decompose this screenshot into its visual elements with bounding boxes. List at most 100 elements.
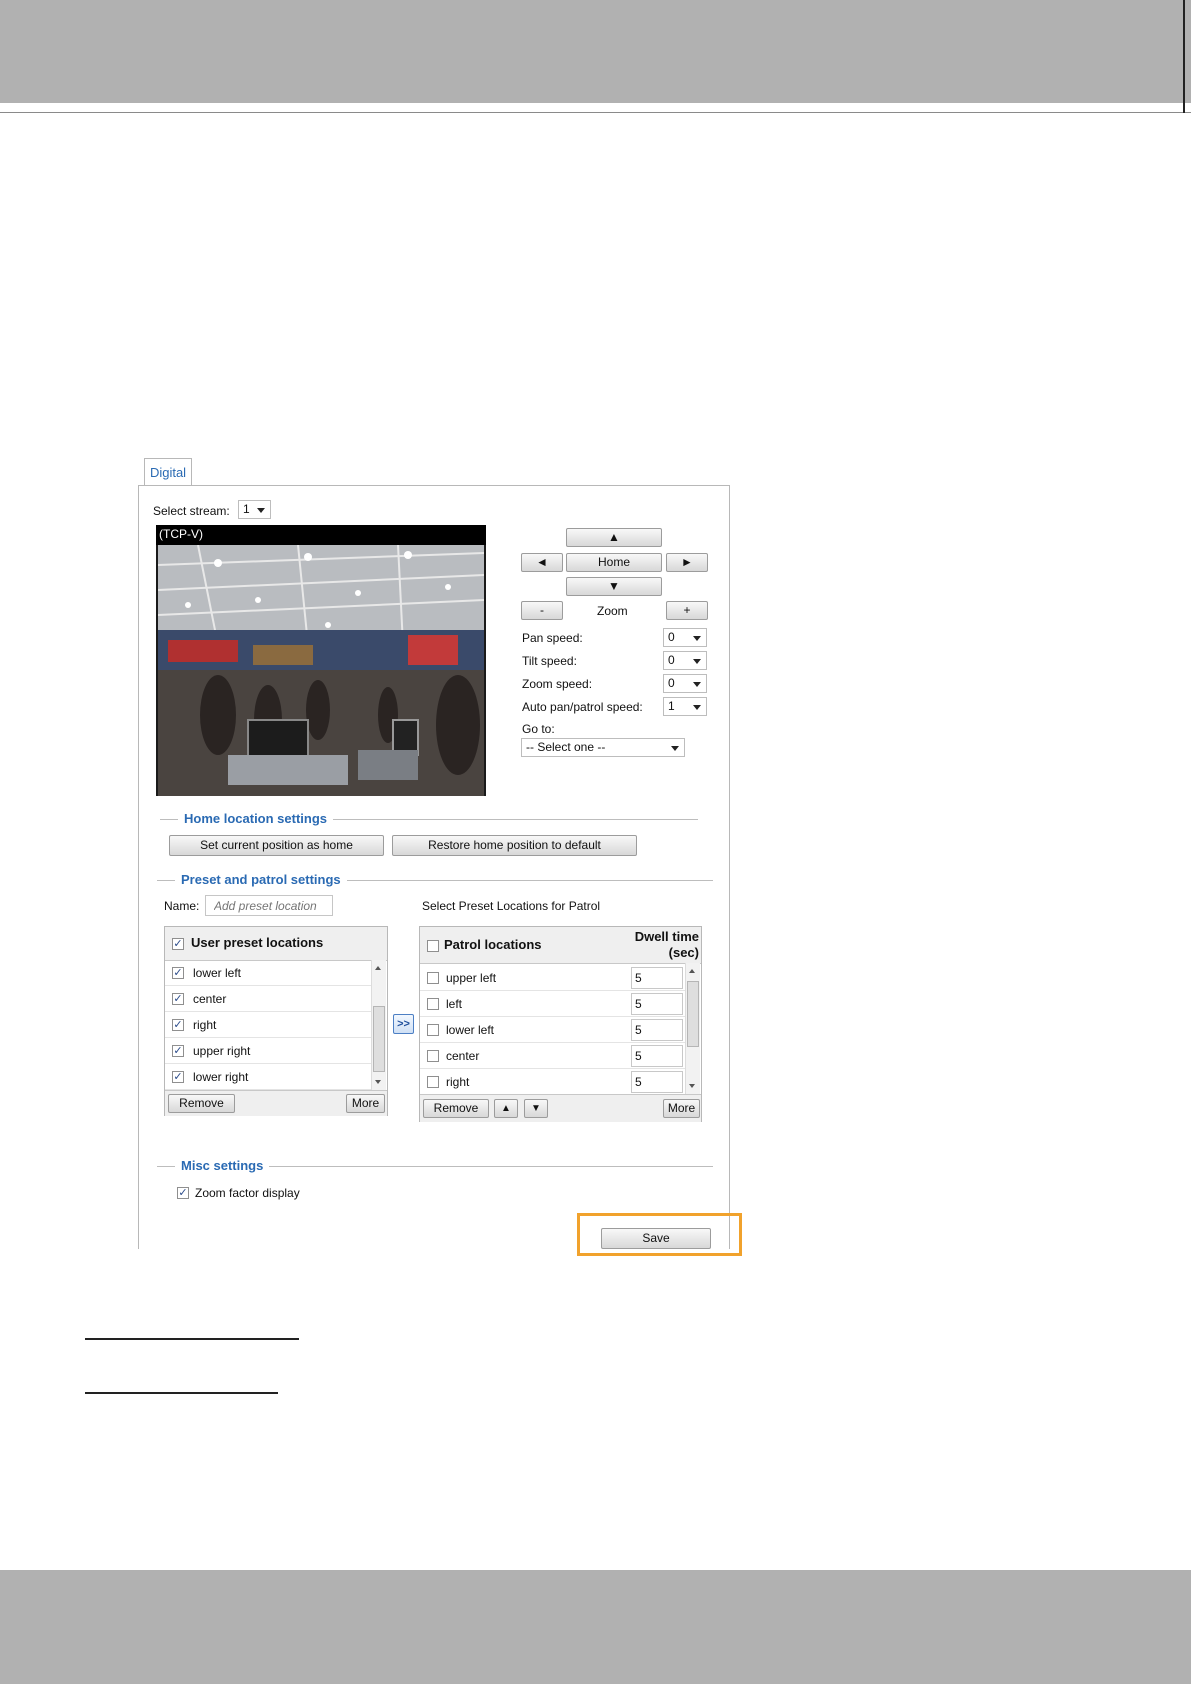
item-checkbox[interactable] — [427, 1024, 439, 1036]
list-item[interactable]: ✓ right — [165, 1012, 371, 1038]
item-checkbox[interactable] — [427, 998, 439, 1010]
scroll-up-arrow-icon[interactable] — [375, 966, 381, 970]
item-checkbox[interactable]: ✓ — [172, 993, 184, 1005]
user-list-scrollbar[interactable] — [371, 960, 386, 1090]
zoom-in-button[interactable]: + — [666, 601, 708, 620]
dwell-time-input[interactable]: 5 — [631, 967, 683, 989]
user-list-footer: Remove More — [165, 1090, 387, 1116]
zoom-factor-checkbox[interactable]: ✓ — [177, 1187, 189, 1199]
tilt-up-button[interactable]: ▲ — [566, 528, 662, 547]
home-button[interactable]: Home — [566, 553, 662, 572]
patrol-item-label: center — [446, 1049, 480, 1063]
item-checkbox[interactable] — [427, 1076, 439, 1088]
list-item-label: lower left — [193, 966, 242, 980]
dwell-header-unit: (sec) — [668, 945, 699, 960]
patrol-remove-button[interactable]: Remove — [423, 1099, 489, 1118]
scroll-up-arrow-icon[interactable] — [689, 969, 695, 973]
preset-name-label: Name: — [164, 899, 200, 913]
page-footer-band — [0, 1570, 1191, 1684]
stream-select-value: 1 — [243, 502, 250, 516]
table-row[interactable]: center 5 — [420, 1043, 685, 1069]
dwell-header-label: Dwell time — [634, 929, 699, 944]
patrol-item-label: upper left — [446, 971, 497, 985]
list-item[interactable]: ✓ lower right — [165, 1064, 371, 1090]
goto-label: Go to: — [522, 722, 555, 736]
patrol-speed-label: Auto pan/patrol speed: — [522, 700, 643, 714]
patrol-more-button[interactable]: More — [663, 1099, 700, 1118]
table-row[interactable]: lower left 5 — [420, 1017, 685, 1043]
doc-link-underline-2[interactable] — [85, 1392, 278, 1394]
list-item-label: upper right — [193, 1044, 251, 1058]
set-home-button[interactable]: Set current position as home — [169, 835, 384, 856]
scroll-down-arrow-icon[interactable] — [375, 1080, 381, 1084]
select-stream-label: Select stream: — [153, 504, 230, 518]
pan-right-button[interactable]: ► — [666, 553, 708, 572]
dwell-time-input[interactable]: 5 — [631, 1071, 683, 1093]
patrol-speed-value: 1 — [668, 699, 675, 713]
list-item-label: center — [193, 992, 227, 1006]
patrol-item-label: left — [446, 997, 463, 1011]
tilt-speed-select[interactable]: 0 — [663, 651, 707, 670]
move-up-button[interactable]: ▲ — [494, 1099, 518, 1118]
zoom-factor-label: Zoom factor display — [195, 1186, 300, 1200]
pan-speed-label: Pan speed: — [522, 631, 583, 645]
zoom-out-button[interactable]: - — [521, 601, 563, 620]
preset-section-title: Preset and patrol settings — [175, 872, 347, 887]
pan-left-button[interactable]: ◄ — [521, 553, 563, 572]
move-down-button[interactable]: ▼ — [524, 1099, 548, 1118]
pan-speed-select[interactable]: 0 — [663, 628, 707, 647]
scroll-thumb[interactable] — [687, 981, 699, 1047]
stream-select[interactable]: 1 — [238, 500, 271, 519]
item-checkbox[interactable]: ✓ — [172, 1071, 184, 1083]
list-item[interactable]: ✓ upper right — [165, 1038, 371, 1064]
zoom-speed-label: Zoom speed: — [522, 677, 593, 691]
user-more-button[interactable]: More — [346, 1094, 385, 1113]
save-button[interactable]: Save — [601, 1228, 711, 1249]
zoom-speed-select[interactable]: 0 — [663, 674, 707, 693]
binding-edge-top — [1183, 0, 1185, 113]
list-item-label: right — [193, 1018, 217, 1032]
table-row[interactable]: left 5 — [420, 991, 685, 1017]
camera-image — [158, 545, 484, 796]
add-to-patrol-button[interactable]: >> — [393, 1014, 414, 1034]
patrol-list-scrollbar[interactable] — [685, 963, 700, 1094]
goto-select[interactable]: -- Select one -- — [521, 738, 685, 757]
patrol-list: Patrol locations Dwell time (sec) upper … — [419, 926, 702, 1122]
dwell-time-input[interactable]: 5 — [631, 1019, 683, 1041]
header-divider — [0, 112, 1191, 113]
page-header-band — [0, 0, 1191, 103]
doc-link-underline-1[interactable] — [85, 1338, 299, 1340]
item-checkbox[interactable] — [427, 972, 439, 984]
home-section-title: Home location settings — [178, 811, 334, 826]
table-row[interactable]: right 5 — [420, 1069, 685, 1095]
item-checkbox[interactable]: ✓ — [172, 967, 184, 979]
chevron-down-icon — [257, 508, 265, 513]
list-item-label: lower right — [193, 1070, 249, 1084]
select-all-user-checkbox[interactable]: ✓ — [172, 938, 184, 950]
patrol-item-label: right — [446, 1075, 470, 1089]
table-row[interactable]: upper left 5 — [420, 965, 685, 991]
patrol-speed-select[interactable]: 1 — [663, 697, 707, 716]
dwell-time-input[interactable]: 5 — [631, 1045, 683, 1067]
list-item[interactable]: ✓ center — [165, 986, 371, 1012]
zoom-speed-value: 0 — [668, 676, 675, 690]
item-checkbox[interactable]: ✓ — [172, 1019, 184, 1031]
preset-name-input[interactable] — [205, 895, 333, 916]
restore-home-button[interactable]: Restore home position to default — [392, 835, 637, 856]
user-remove-button[interactable]: Remove — [168, 1094, 235, 1113]
chevron-down-icon — [693, 682, 701, 687]
item-checkbox[interactable] — [427, 1050, 439, 1062]
tilt-speed-label: Tilt speed: — [522, 654, 577, 668]
patrol-header-label: Patrol locations — [444, 937, 542, 952]
video-view: (TCP-V) — [156, 525, 486, 796]
tab-digital[interactable]: Digital — [144, 458, 192, 486]
patrol-list-footer: Remove ▲ ▼ More — [420, 1094, 701, 1122]
scroll-thumb[interactable] — [373, 1006, 385, 1072]
select-all-patrol-checkbox[interactable] — [427, 940, 439, 952]
tilt-down-button[interactable]: ▼ — [566, 577, 662, 596]
item-checkbox[interactable]: ✓ — [172, 1045, 184, 1057]
list-item[interactable]: ✓ lower left — [165, 960, 371, 986]
scroll-down-arrow-icon[interactable] — [689, 1084, 695, 1088]
dwell-time-input[interactable]: 5 — [631, 993, 683, 1015]
zoom-label: Zoom — [597, 604, 628, 618]
